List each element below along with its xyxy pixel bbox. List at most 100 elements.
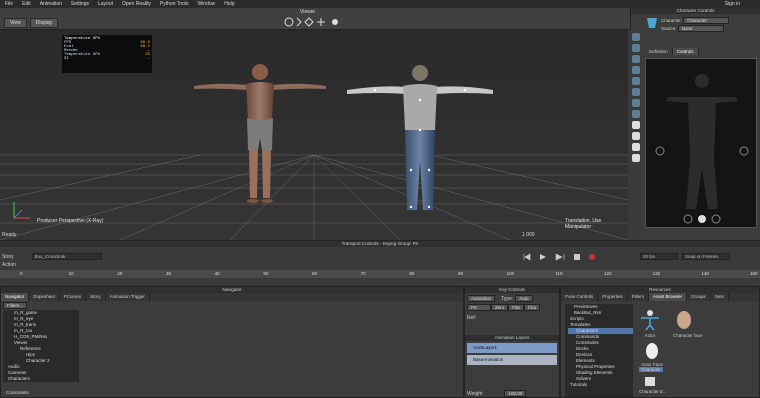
character-face-icon <box>677 311 691 329</box>
snap-select[interactable]: Snap on Frames <box>682 253 730 260</box>
tree-item[interactable]: Constraints <box>6 390 29 396</box>
fps-select[interactable]: 30 fps <box>640 253 678 260</box>
tool-icon[interactable] <box>632 77 640 85</box>
tree-item[interactable]: Characters <box>6 376 79 382</box>
tool-icon[interactable] <box>632 110 640 118</box>
menu-python-tools[interactable]: Python Tools <box>160 1 189 7</box>
timeline-tick-label: 20 <box>117 271 123 276</box>
character-select[interactable]: Character <box>683 17 730 24</box>
sign-in-link[interactable]: Sign in <box>725 1 740 7</box>
camera-label: Producer Perspective (X-Ray) <box>37 218 104 224</box>
ref-label: Ref: <box>467 315 477 321</box>
asset-character-extension[interactable]: Character E... <box>639 375 667 394</box>
menu-file[interactable]: File <box>5 1 13 7</box>
timeline-ruler[interactable]: 0 10 20 30 40 50 60 70 80 90 100 110 120 130 140 150 <box>0 270 760 278</box>
tool-icon[interactable] <box>632 154 640 162</box>
tab-asset-browser[interactable]: Asset Browser <box>649 293 688 301</box>
timeline-tick-label: 10 <box>68 271 74 276</box>
tool-icon[interactable] <box>632 66 640 74</box>
timeline-tick-label: 150 <box>750 271 758 276</box>
flat-button[interactable]: Flat <box>508 304 524 311</box>
resources-tree[interactable]: PreviMoves BackBut_Rim Scripts Templates… <box>565 304 633 397</box>
type-select[interactable]: Auto <box>515 295 533 302</box>
transport-title: Transport Controls - Keying Group: FK <box>0 241 760 247</box>
menu-settings[interactable]: Settings <box>71 1 89 7</box>
layer-row[interactable]: BaseAnimation <box>467 355 557 365</box>
tool-icon[interactable] <box>632 132 640 140</box>
tab-filters[interactable]: Filters <box>628 293 650 301</box>
tab-fcurves[interactable]: FCurves <box>60 293 87 301</box>
tab-animation-trigger[interactable]: Animation Trigger <box>106 293 150 301</box>
tab-pose-controls[interactable]: Pose Controls <box>561 293 599 301</box>
tab-navigator[interactable]: Navigator <box>1 293 30 301</box>
character-controls-panel: Character Controls Character: Character … <box>630 8 760 240</box>
menu-open-reality[interactable]: Open Reality <box>122 1 151 7</box>
tree-item[interactable]: Tutorials <box>568 382 633 388</box>
navigator-pane: Navigator Navigator Dopesheet FCurves St… <box>0 286 464 398</box>
asset-actor-face[interactable]: Actor Face <box>641 342 663 367</box>
tool-icon[interactable] <box>632 99 640 107</box>
asset-character[interactable]: Character <box>639 367 663 372</box>
character-extension-icon <box>645 377 655 386</box>
layer-row[interactable]: AnimLayer1 <box>467 343 557 353</box>
menubar: File Edit Animation Settings Layout Open… <box>0 0 760 8</box>
take-select[interactable]: Box_Crossbrak <box>31 253 102 260</box>
playback-controls-icon[interactable] <box>520 253 630 261</box>
timeline-tick-label: 110 <box>555 271 563 276</box>
status-text: Ready <box>2 232 17 238</box>
menu-edit[interactable]: Edit <box>22 1 31 7</box>
tab-controls[interactable]: Controls <box>672 48 699 55</box>
source-label: Source: <box>661 26 677 31</box>
axis-gizmo-icon <box>13 202 30 219</box>
tab-groups[interactable]: Groups <box>687 293 711 301</box>
tab-properties[interactable]: Properties <box>598 293 628 301</box>
story-label: Story <box>2 253 14 260</box>
manipulator-label: Translation, Use Manipulator <box>565 218 602 230</box>
tool-icon-column <box>630 30 642 240</box>
tool-icon[interactable] <box>632 55 640 63</box>
display-menu-button[interactable]: Display <box>29 18 59 28</box>
character-logo-icon <box>647 18 657 28</box>
view-menu-button[interactable]: View <box>4 18 27 28</box>
3d-viewport[interactable]: Temperature GPU FPS 80.0 Eval 68.2 Render —… <box>0 30 628 240</box>
transform-manipulator-icons[interactable] <box>283 15 343 29</box>
timeline-tick-label: 100 <box>506 271 515 276</box>
character-figure-view[interactable] <box>645 58 757 228</box>
tab-sets[interactable]: Sets <box>711 293 729 301</box>
timeline-tick-label: 120 <box>604 271 612 276</box>
menu-help[interactable]: Help <box>224 1 234 7</box>
animation-button[interactable]: Animation <box>467 295 496 302</box>
filters-button[interactable]: Filters... <box>3 302 28 309</box>
tool-icon[interactable] <box>632 44 640 52</box>
actor-icon <box>641 310 659 331</box>
navigator-tree[interactable]: m_R_gaine m_R_eye m_R_trans m_R_tou H_CO… <box>3 310 79 382</box>
character-controls-title: Character Controls <box>631 8 760 14</box>
fk-select[interactable]: FK <box>467 304 491 311</box>
playback-buttons <box>520 253 630 261</box>
character-model-left[interactable] <box>190 58 330 208</box>
menu-layout[interactable]: Layout <box>98 1 113 7</box>
asset-character-face[interactable]: Character face <box>673 309 703 338</box>
zero-button[interactable]: Zero <box>491 304 509 311</box>
timeline-tick-label: 90 <box>458 271 464 276</box>
tab-story[interactable]: Story <box>86 293 106 301</box>
menu-window[interactable]: Window <box>197 1 215 7</box>
tool-icon[interactable] <box>632 88 640 96</box>
weight-field[interactable]: 100.00 <box>504 390 527 397</box>
type-label: Type: <box>501 295 514 302</box>
hud-row: SI — <box>64 57 150 61</box>
tool-icon[interactable] <box>632 33 640 41</box>
cha-button[interactable]: Cha <box>523 304 541 311</box>
asset-actor[interactable]: Actor <box>639 309 661 338</box>
menu-animation[interactable]: Animation <box>40 1 62 7</box>
character-model-right[interactable] <box>345 60 495 210</box>
character-silhouette-icon <box>655 74 749 224</box>
tool-icon[interactable] <box>632 143 640 151</box>
performance-hud: Temperature GPU FPS 80.0 Eval 68.2 Render —… <box>62 35 152 73</box>
key-controls-pane: Key Controls Animation Type: Auto FK Zer… <box>464 286 560 398</box>
source-select[interactable]: None <box>677 25 724 32</box>
layers-title: Animation Layers <box>465 335 559 341</box>
tool-icon[interactable] <box>632 121 640 129</box>
tab-dopesheet[interactable]: Dopesheet <box>29 293 61 301</box>
tab-definition[interactable]: Definition <box>645 48 673 55</box>
